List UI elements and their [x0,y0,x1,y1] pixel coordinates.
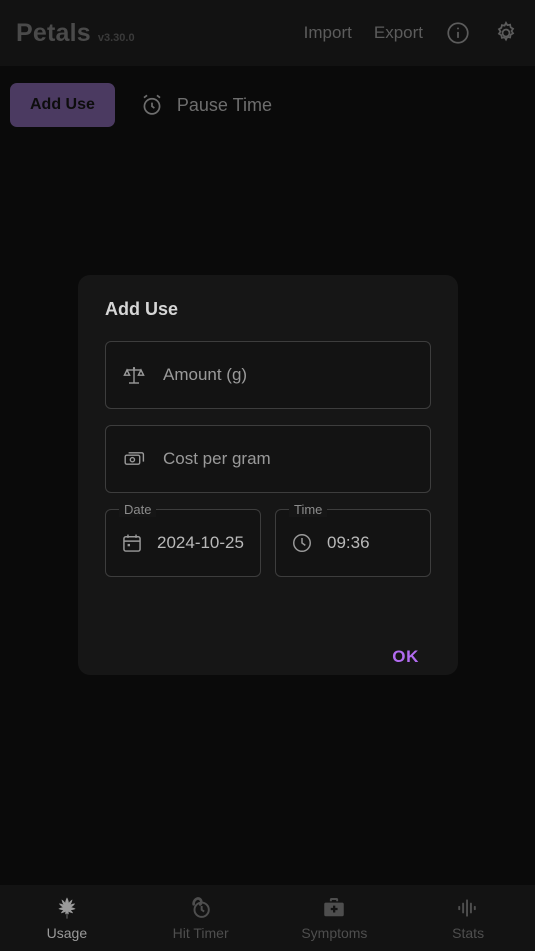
time-value: 09:36 [327,533,370,552]
money-bill-icon [122,447,146,471]
import-button[interactable]: Import [304,23,352,43]
nav-label-hit-timer: Hit Timer [172,925,229,941]
cost-field[interactable]: Cost per gram [105,425,431,493]
app-root: Petals v3.30.0 Import Export Add Use Pau… [0,0,535,951]
nav-label-stats: Stats [452,925,485,941]
date-value: 2024-10-25 [157,533,244,552]
pause-time-button[interactable]: Pause Time [129,84,282,126]
action-toolbar: Add Use Pause Time [0,66,535,144]
clock-icon [291,532,313,554]
calendar-icon [121,532,143,554]
app-version: v3.30.0 [97,31,135,44]
cost-placeholder: Cost per gram [163,449,271,468]
nav-item-symptoms[interactable]: Symptoms [268,885,402,951]
stopwatch-icon [188,895,214,921]
nav-item-usage[interactable]: Usage [0,885,134,951]
app-title: Petals [16,18,91,47]
app-header: Petals v3.30.0 Import Export [0,0,535,66]
time-legend: Time [289,502,328,517]
time-field[interactable]: Time 09:36 [275,502,431,577]
export-button[interactable]: Export [374,23,423,43]
add-use-button[interactable]: Add Use [10,83,115,127]
header-actions: Import Export [304,20,519,46]
ok-button[interactable]: OK [380,639,431,675]
dialog-title: Add Use [105,299,179,319]
dialog-actions: OK [105,639,431,675]
bottom-navigation: Usage Hit Timer Symptoms Stats [0,885,535,951]
amount-placeholder: Amount (g) [163,365,248,384]
cannabis-leaf-icon [54,895,80,921]
alarm-clock-icon [139,92,165,118]
date-legend: Date [119,502,157,517]
nav-label-symptoms: Symptoms [301,925,368,941]
nav-label-usage: Usage [46,925,88,941]
gear-icon[interactable] [493,20,519,46]
pause-time-label: Pause Time [176,94,272,115]
nav-item-hit-timer[interactable]: Hit Timer [134,885,268,951]
app-brand: Petals v3.30.0 [16,19,135,48]
equalizer-bars-icon [455,895,481,921]
date-field[interactable]: Date 2024-10-25 [105,502,261,577]
nav-item-stats[interactable]: Stats [401,885,535,951]
amount-field[interactable]: Amount (g) [105,341,431,409]
info-circle-icon[interactable] [445,20,471,46]
add-use-dialog: Add Use Amount (g) Cost per gram Date 20… [78,275,458,675]
medical-bag-icon [321,895,347,921]
scale-balance-icon [122,363,146,387]
datetime-row: Date 2024-10-25 Time 09:36 [105,502,431,577]
